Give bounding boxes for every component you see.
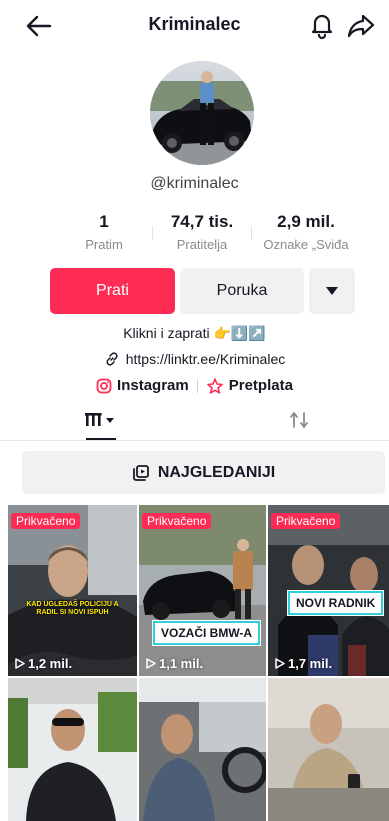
likes-label: Oznake „Sviđa	[263, 237, 349, 252]
link-separator	[196, 378, 198, 393]
video-thumbnail[interactable]: Prikvačeno VOZAČI BMW-A 1,1 mil.	[139, 505, 266, 676]
view-count: 1,7 mil.	[274, 656, 332, 671]
pinned-badge: Prikvačeno	[11, 513, 81, 529]
content-tabs	[0, 401, 389, 441]
video-caption: NOVI RADNIK	[288, 591, 384, 615]
video-thumbnail[interactable]: Prikvačeno KAD UGLEDAŠ POLICIJU A RADIL …	[8, 505, 137, 676]
profile-stats: 1 Pratim 74,7 tis. Pratitelja 2,9 mil. O…	[0, 212, 389, 262]
likes-count: 2,9 mil.	[277, 212, 335, 231]
following-count: 1	[99, 212, 109, 231]
profile-header: Kriminalec	[0, 0, 389, 52]
caret-down-icon	[326, 287, 338, 295]
video-thumbnail[interactable]	[8, 678, 137, 821]
pinned-badge: Prikvačeno	[271, 513, 341, 529]
video-thumbnail-image	[8, 678, 137, 821]
followers-label: Pratitelja	[176, 237, 228, 252]
pinned-badge: Prikvačeno	[142, 513, 212, 529]
share-icon[interactable]	[347, 11, 375, 39]
avatar[interactable]	[150, 61, 254, 165]
instagram-link[interactable]: Instagram	[96, 377, 189, 394]
play-icon	[15, 658, 25, 669]
bio-link[interactable]: https://linktr.ee/Kriminalec	[0, 351, 389, 367]
follow-button[interactable]: Prati	[50, 268, 175, 314]
avatar-photo	[150, 61, 254, 165]
play-icon	[146, 658, 156, 669]
following-stat[interactable]: 1 Pratim	[74, 212, 134, 252]
link-icon	[106, 352, 118, 366]
view-count-value: 1,7 mil.	[288, 656, 333, 671]
playlist-icon	[132, 464, 149, 481]
view-count-value: 1,2 mil.	[28, 656, 73, 671]
most-viewed-label: NAJGLEDANIJI	[157, 463, 276, 481]
view-count-value: 1,1 mil.	[159, 656, 204, 671]
active-tab-indicator	[86, 438, 116, 440]
video-thumbnail-image	[8, 505, 137, 676]
subscription-label: Pretplata	[228, 377, 293, 394]
video-grid: Prikvačeno KAD UGLEDAŠ POLICIJU A RADIL …	[8, 505, 389, 821]
video-thumbnail-image	[139, 678, 266, 821]
video-caption: VOZAČI BMW-A	[153, 621, 261, 645]
video-thumbnail-image	[139, 505, 266, 676]
message-button[interactable]: Poruka	[180, 268, 304, 314]
play-icon	[275, 658, 285, 669]
external-links: Instagram Pretplata	[0, 377, 389, 394]
subscription-link[interactable]: Pretplata	[206, 377, 293, 394]
followers-stat[interactable]: 74,7 tis. Pratitelja	[156, 212, 248, 252]
bio-text: Klikni i zaprati 👉⬇️↗️	[123, 325, 266, 341]
video-caption: KAD UGLEDAŠ POLICIJU A RADIL SI NOVI ISP…	[26, 601, 119, 617]
bio-link-text: https://linktr.ee/Kriminalec	[125, 351, 286, 367]
view-count: 1,2 mil.	[14, 656, 72, 671]
subscription-star-icon	[206, 377, 223, 394]
following-label: Pratim	[85, 237, 123, 252]
video-thumbnail[interactable]	[139, 678, 266, 821]
repost-tab-icon[interactable]	[288, 409, 310, 431]
username: @kriminalec	[150, 175, 239, 192]
video-thumbnail-image	[268, 678, 389, 821]
bell-icon[interactable]	[309, 11, 335, 39]
video-thumbnail[interactable]	[268, 678, 389, 821]
stat-divider	[152, 226, 153, 240]
most-viewed-button[interactable]: NAJGLEDANIJI	[22, 451, 385, 494]
followers-count: 74,7 tis.	[170, 212, 234, 231]
view-count: 1,1 mil.	[145, 656, 203, 671]
likes-stat[interactable]: 2,9 mil. Oznake „Sviđa	[251, 212, 361, 252]
videos-grid-tab-icon[interactable]	[80, 405, 120, 435]
video-thumbnail[interactable]: Prikvačeno NOVI RADNIK 1,7 mil.	[268, 505, 389, 676]
more-options-button[interactable]	[309, 268, 355, 314]
instagram-label: Instagram	[117, 377, 189, 394]
instagram-icon	[96, 378, 112, 393]
